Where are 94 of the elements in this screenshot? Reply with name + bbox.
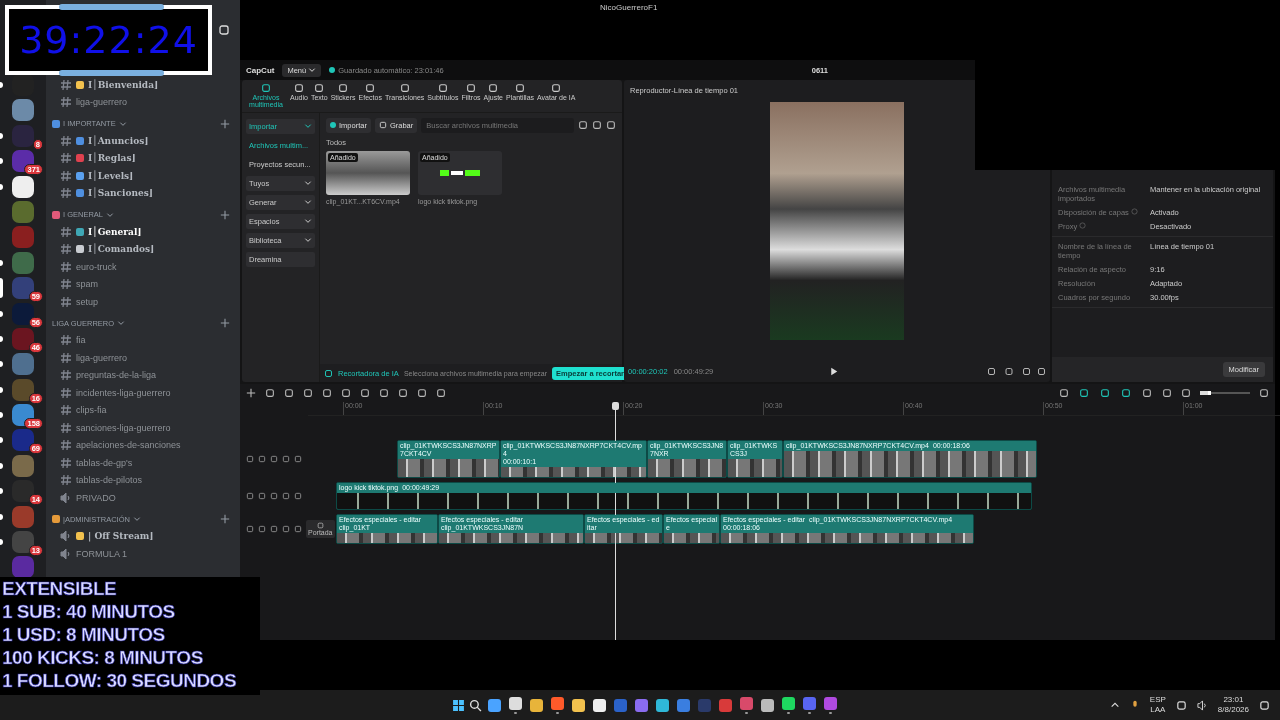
channel-item[interactable]: liga-guerrero: [52, 93, 230, 111]
add-icon[interactable]: [246, 388, 256, 398]
chevron-up-icon[interactable]: [1109, 700, 1120, 710]
channel-item[interactable]: tablas-de-gp's: [52, 454, 230, 472]
hash-icon: [60, 243, 72, 256]
channel-item[interactable]: PRIVADO: [52, 489, 230, 507]
goal-line: 1 FOLLOW: 30 SEGUNDOS: [2, 669, 238, 692]
info-icon: [1130, 208, 1138, 215]
channel-item[interactable]: euro-truck: [52, 258, 230, 276]
clock-date[interactable]: 8/8/2026: [1217, 705, 1249, 715]
channel-item[interactable]: I│Sanciones⌋: [52, 184, 230, 202]
chevron-icon: [117, 319, 126, 327]
hash-icon: [60, 334, 72, 347]
hash-icon: [60, 421, 72, 434]
hash-icon: [60, 187, 72, 200]
windows-logo-icon[interactable]: [452, 698, 465, 712]
saved-icon: [329, 67, 336, 73]
play-icon[interactable]: [829, 366, 839, 376]
keyboard-layout-label[interactable]: LAA: [1150, 705, 1166, 715]
hash-icon: [60, 439, 72, 452]
channel-item[interactable]: I│Levels⌋: [52, 167, 230, 185]
hash-icon: [60, 278, 72, 291]
app-icon[interactable]: [761, 698, 774, 712]
add-channel-icon[interactable]: [220, 318, 230, 328]
filmstrip: [664, 533, 719, 543]
hash-icon: [60, 456, 72, 469]
channel-item[interactable]: I│Reglas⌋: [52, 149, 230, 167]
volume-icon[interactable]: [1196, 699, 1208, 711]
hash-icon: [60, 404, 72, 417]
add-channel-icon[interactable]: [220, 118, 230, 129]
chevron-icon: [304, 217, 312, 226]
channel-item[interactable]: setup: [52, 293, 230, 311]
app-icon[interactable]: [593, 698, 606, 712]
hash-icon: [60, 169, 72, 182]
window-title: NicoGuerreroF1: [600, 3, 658, 14]
clock-time[interactable]: 23:01: [1223, 695, 1244, 705]
hash-icon: [60, 351, 72, 364]
speaker-icon: [60, 547, 72, 560]
hash-icon: [60, 96, 72, 109]
hash-icon: [60, 134, 72, 147]
channel-item[interactable]: tablas-de-pilotos: [52, 471, 230, 489]
channel-item[interactable]: incidentes-liga-guerrero: [52, 384, 230, 402]
goal-line: 1 SUB: 40 MINUTOS: [2, 600, 176, 623]
hash-icon: [60, 260, 72, 273]
goal-line: EXTENSIBLE: [2, 577, 118, 600]
hash-icon: [60, 152, 72, 165]
channel-item[interactable]: I│Anuncios⌋: [52, 132, 230, 150]
speaker-icon: [60, 491, 72, 504]
goal-line: 1 USD: 8 MINUTOS: [2, 623, 166, 646]
chevron-icon: [304, 179, 312, 188]
channel-item[interactable]: spam: [52, 275, 230, 293]
chevron-icon: [304, 236, 312, 245]
timer-text: 39:22:24: [19, 18, 198, 62]
speaker-icon[interactable]: [282, 492, 290, 500]
hash-icon: [60, 295, 72, 308]
chevron-icon: [304, 198, 312, 207]
app-icon[interactable]: [572, 698, 585, 712]
hash-icon: [60, 369, 72, 382]
chevron-icon: [106, 210, 114, 219]
channel-item[interactable]: apelaciones-de-sanciones: [52, 436, 230, 454]
app-icon[interactable]: [509, 696, 522, 710]
chevron-icon: [304, 122, 312, 131]
filmstrip: [728, 459, 782, 477]
chevron-icon: [132, 515, 141, 523]
app-icon[interactable]: [530, 698, 543, 712]
goal-line: 100 KICKS: 8 MINUTOS: [2, 646, 204, 669]
channel-item[interactable]: sanciones-liga-guerrero: [52, 419, 230, 437]
add-channel-icon[interactable]: [220, 209, 230, 220]
channel-item[interactable]: preguntas-de-la-liga: [52, 366, 230, 384]
app-icon[interactable]: [656, 698, 669, 712]
app-logo: CapCut: [246, 65, 275, 75]
channel-item[interactable]: FORMULA 1: [52, 545, 230, 563]
hash-icon: [60, 474, 72, 487]
channel-item[interactable]: liga-guerrero: [52, 349, 230, 367]
info-icon: [1079, 222, 1087, 229]
chevron-icon: [118, 119, 127, 128]
channel-item[interactable]: I│Comandos⌋: [52, 240, 230, 258]
hash-icon: [60, 386, 72, 399]
hash-icon: [60, 78, 72, 91]
app-icon[interactable]: [488, 698, 501, 712]
app-icon[interactable]: [782, 696, 795, 710]
channel-item[interactable]: fia: [52, 331, 230, 349]
add-channel-icon[interactable]: [220, 514, 230, 524]
channel-item[interactable]: I│Bienvenida⌋: [52, 76, 230, 94]
chevron-icon: [308, 66, 317, 74]
hash-icon: [60, 225, 72, 238]
speaker-icon: [60, 530, 72, 543]
channel-item[interactable]: | Off Stream⌋: [52, 527, 230, 545]
server-icon[interactable]: [12, 175, 34, 198]
channel-item[interactable]: I│General⌋: [52, 223, 230, 241]
server-icon[interactable]: [12, 74, 34, 96]
channel-item[interactable]: clips-fia: [52, 401, 230, 419]
search-icon[interactable]: [469, 698, 482, 712]
language-label[interactable]: ESP: [1149, 695, 1166, 705]
